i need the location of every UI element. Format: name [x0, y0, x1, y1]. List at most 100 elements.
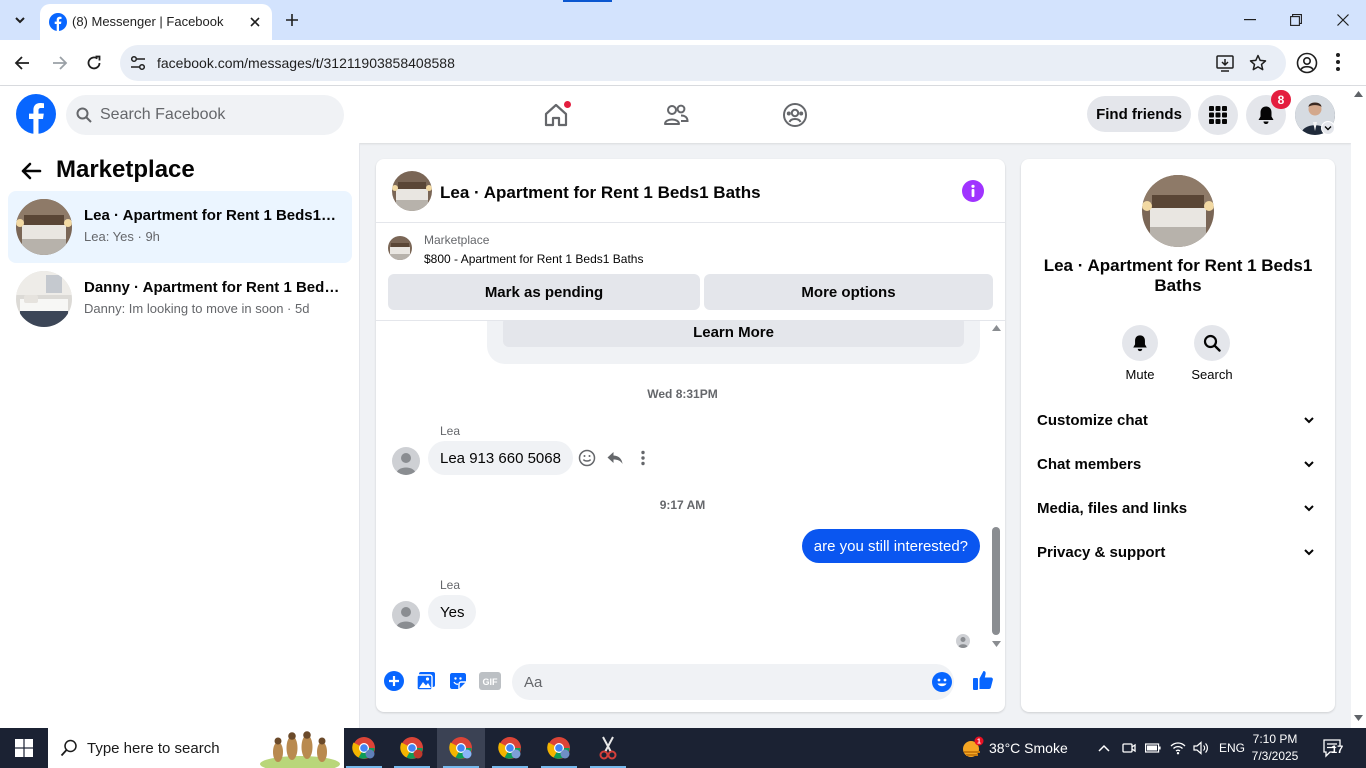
message-bubble-incoming[interactable]: Yes	[428, 595, 477, 629]
taskbar-chrome-app[interactable]	[340, 728, 388, 768]
chat-thumbnail[interactable]	[392, 171, 432, 211]
media-files-links-section[interactable]: Media, files and links	[1029, 487, 1327, 531]
plus-icon[interactable]	[383, 670, 405, 692]
customize-chat-section[interactable]: Customize chat	[1029, 399, 1327, 443]
meet-now-icon[interactable]	[1122, 728, 1136, 768]
taskbar-chrome-app[interactable]	[388, 728, 436, 768]
taskbar-snipping-tool-app[interactable]	[584, 728, 632, 768]
scroll-up-icon[interactable]	[992, 325, 1001, 331]
search-in-conversation-button[interactable]: Search	[1182, 325, 1242, 382]
battery-icon[interactable]	[1145, 728, 1161, 768]
bookmark-star-icon[interactable]	[1248, 53, 1268, 73]
scroll-down-icon[interactable]	[1354, 715, 1363, 721]
browser-tab[interactable]: (8) Messenger | Facebook	[40, 4, 272, 40]
back-arrow-icon[interactable]	[20, 160, 42, 182]
tab-search-button[interactable]	[6, 6, 34, 34]
restore-window-icon[interactable]	[1273, 0, 1319, 40]
menu-grid-icon[interactable]	[1198, 95, 1238, 135]
more-actions-icon[interactable]	[633, 448, 653, 468]
scroll-down-icon[interactable]	[992, 641, 1001, 647]
page-scrollbar[interactable]	[1351, 86, 1366, 728]
taskbar-chrome-app[interactable]	[486, 728, 534, 768]
volume-icon[interactable]	[1193, 728, 1209, 768]
browser-profile-icon[interactable]	[1296, 52, 1318, 74]
sender-avatar	[392, 447, 420, 475]
listing-thumbnail	[388, 236, 412, 260]
taskbar-clock[interactable]: 7:10 PM 7/3/2025	[1240, 731, 1310, 765]
facebook-logo-icon[interactable]	[16, 94, 56, 134]
weather-widget[interactable]: 1 38°C Smoke	[960, 728, 1068, 768]
chat-title[interactable]: Lea · Apartment for Rent 1 Beds1 Baths	[440, 183, 761, 203]
back-arrow-icon[interactable]	[8, 49, 36, 77]
conversation-item-danny[interactable]: Danny · Apartment for Rent 1 Beds1 Baths…	[8, 263, 352, 335]
photo-icon[interactable]	[415, 670, 437, 692]
show-hidden-icons[interactable]	[1097, 728, 1111, 768]
network-wifi-icon[interactable]	[1170, 728, 1186, 768]
conversation-preview: Danny: Im looking to move in soon · 5d	[84, 301, 310, 316]
search-placeholder: Search Facebook	[100, 106, 226, 123]
chevron-up-icon	[1098, 744, 1110, 752]
message-timestamp: 9:17 AM	[659, 498, 706, 512]
forward-arrow-icon[interactable]	[46, 49, 74, 77]
chat-window: Lea · Apartment for Rent 1 Beds1 Baths M…	[376, 159, 1005, 712]
action-center-icon[interactable]: 17	[1322, 728, 1346, 768]
conversation-item-lea[interactable]: Lea · Apartment for Rent 1 Beds1 Baths L…	[8, 191, 352, 263]
chevron-down-icon	[1304, 549, 1314, 556]
react-emoji-icon[interactable]	[577, 448, 597, 468]
privacy-support-section[interactable]: Privacy & support	[1029, 531, 1327, 575]
message-list: Learn More Wed 8:31PM Lea Lea 913 660 50…	[376, 321, 1005, 654]
scissors-icon	[599, 736, 617, 760]
message-bubble-incoming[interactable]: Lea 913 660 5068	[428, 441, 573, 475]
taskbar-search-input[interactable]: Type here to search	[48, 728, 344, 768]
search-label: Search	[1191, 367, 1233, 382]
sender-avatar	[392, 601, 420, 629]
panel-title: Marketplace	[56, 156, 195, 183]
address-bar[interactable]: facebook.com/messages/t/3121190385840858…	[120, 45, 1286, 81]
browser-tab-strip: (8) Messenger | Facebook	[0, 0, 1366, 40]
minimize-window-icon[interactable]	[1227, 0, 1273, 40]
account-chevron-icon[interactable]	[1321, 121, 1335, 135]
reply-icon[interactable]	[605, 448, 625, 468]
taskbar-chrome-app-active[interactable]	[437, 728, 485, 768]
learn-more-button[interactable]: Learn More	[503, 321, 964, 347]
chrome-icon	[400, 737, 423, 759]
more-options-button[interactable]: More options	[704, 274, 993, 310]
message-scrollbar[interactable]	[989, 321, 1003, 654]
scroll-up-icon[interactable]	[1354, 91, 1363, 97]
taskbar-chrome-app[interactable]	[535, 728, 583, 768]
svg-text:1: 1	[977, 739, 981, 746]
new-tab-icon[interactable]	[280, 8, 304, 32]
reload-icon[interactable]	[80, 49, 108, 77]
thumbs-up-icon[interactable]	[971, 668, 995, 692]
facebook-top-nav: Search Facebook Find friends 8	[0, 86, 1351, 143]
friends-icon[interactable]	[661, 100, 691, 130]
info-icon[interactable]	[962, 180, 984, 202]
sticker-icon[interactable]	[447, 670, 469, 692]
section-label: Chat members	[1037, 456, 1142, 473]
conversation-preview: Lea: Yes · 9h	[84, 229, 160, 244]
close-window-icon[interactable]	[1320, 0, 1366, 40]
listing-thumbnail	[16, 199, 72, 255]
browser-menu-icon[interactable]	[1335, 52, 1341, 72]
windows-start-icon[interactable]	[0, 728, 48, 768]
find-friends-button[interactable]: Find friends	[1087, 96, 1191, 132]
groups-icon[interactable]	[780, 100, 810, 130]
install-app-icon[interactable]	[1215, 53, 1235, 73]
emoji-icon[interactable]	[932, 672, 952, 692]
message-input[interactable]: Aa	[512, 664, 954, 700]
facebook-search-input[interactable]: Search Facebook	[66, 95, 344, 135]
site-info-icon[interactable]	[128, 53, 148, 73]
close-tab-icon[interactable]	[246, 13, 264, 31]
mute-label: Mute	[1125, 367, 1155, 382]
sender-name: Lea	[440, 424, 461, 438]
message-bubble-outgoing[interactable]: are you still interested?	[801, 529, 980, 563]
scrollbar-thumb[interactable]	[992, 527, 1000, 635]
conversation-name: Danny · Apartment for Rent 1 Beds1 Baths	[84, 279, 340, 296]
mute-button[interactable]: Mute	[1110, 325, 1170, 382]
bell-icon	[1133, 335, 1147, 352]
listing-description[interactable]: $800 - Apartment for Rent 1 Beds1 Baths	[424, 252, 643, 266]
mark-as-pending-button[interactable]: Mark as pending	[388, 274, 700, 310]
gif-icon[interactable]: GIF	[479, 670, 501, 692]
chat-members-section[interactable]: Chat members	[1029, 443, 1327, 487]
tab-strip-indicator	[563, 0, 612, 2]
